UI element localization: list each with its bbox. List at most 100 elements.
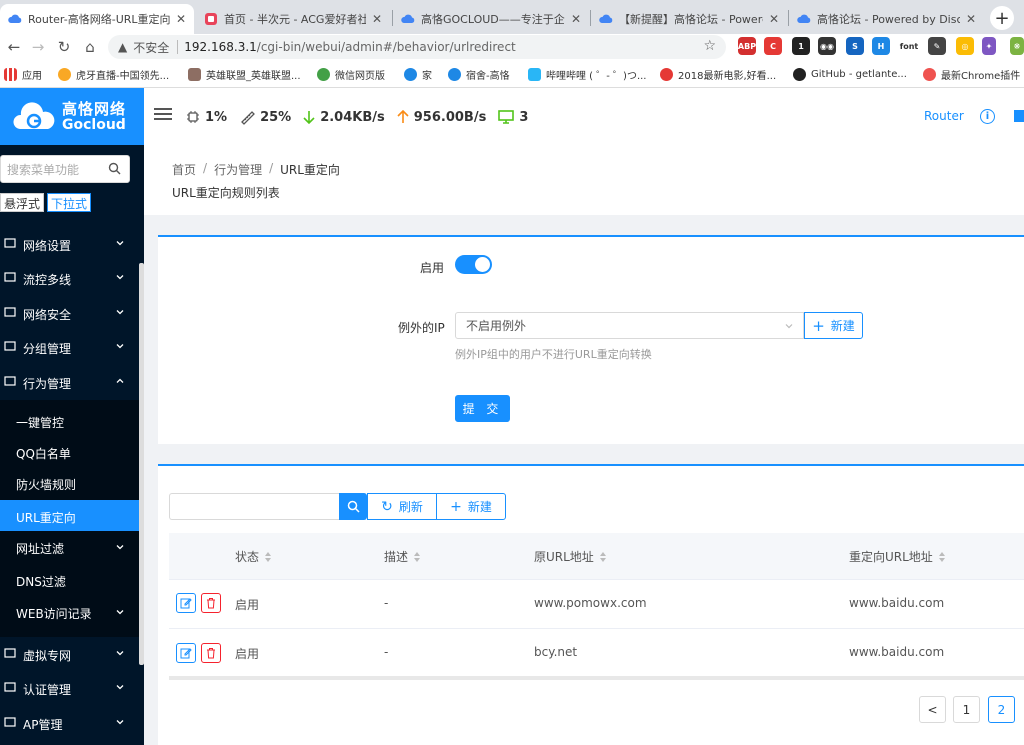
- bookmark-chrome-plugins[interactable]: 最新Chrome插件: [923, 66, 1020, 82]
- chrome-plugin-icon: [923, 67, 936, 81]
- sidebar-subitem-0[interactable]: 一键管控: [0, 405, 139, 437]
- bookmark-huya[interactable]: 虎牙直播-中国领先...: [58, 66, 169, 82]
- edit-button[interactable]: [176, 643, 196, 663]
- chevron-down-icon: [116, 241, 124, 246]
- sidebar-item-3[interactable]: 分组管理: [0, 330, 139, 364]
- page-2-button[interactable]: 2: [988, 696, 1015, 723]
- column-status[interactable]: 状态: [235, 548, 272, 565]
- extension-h-icon[interactable]: H: [872, 37, 890, 55]
- bookmark-dorm[interactable]: 宿舍-高恪: [448, 66, 510, 82]
- chevron-down-icon: [116, 344, 124, 349]
- tab-forum[interactable]: 高恪论坛 - Powered by Discu ✕: [789, 4, 984, 34]
- sidebar-item-after-0[interactable]: 虚拟专网: [0, 637, 139, 671]
- sidebar-item-2[interactable]: 网络安全: [0, 296, 139, 330]
- home-icon[interactable]: ⌂: [80, 37, 100, 57]
- tab-router-urlredirect[interactable]: Router-高恪网络-URL重定向 ✕: [0, 4, 194, 34]
- upload-stat: 956.00B/s: [397, 110, 486, 125]
- bookmark-bilibili[interactable]: 哔哩哔哩 ( ゜- ゜)つ...: [528, 66, 646, 82]
- devices-stat: 3: [498, 110, 528, 125]
- abp-icon[interactable]: ABP: [738, 37, 756, 55]
- status-bar: 1% 25% 2.04KB/s 956.00B/s 3: [186, 106, 540, 128]
- tab-gocloud[interactable]: 高恪GOCLOUD——专注于企业 ✕: [393, 4, 589, 34]
- column-source-url[interactable]: 原URL地址: [534, 548, 606, 565]
- info-icon[interactable]: i: [980, 109, 995, 124]
- extension-badge-icon[interactable]: 1: [792, 37, 810, 55]
- column-redirect-url[interactable]: 重定向URL地址: [849, 548, 945, 565]
- close-icon[interactable]: ✕: [372, 12, 382, 26]
- prev-page-button[interactable]: <: [919, 696, 946, 723]
- sort-icon[interactable]: [599, 551, 606, 562]
- tab-forum-reminder[interactable]: 【新提醒】高恪论坛 - Powere ✕: [591, 4, 787, 34]
- delete-button[interactable]: [201, 643, 221, 663]
- exception-ip-select[interactable]: 不启用例外: [455, 312, 804, 339]
- sort-icon[interactable]: [265, 551, 272, 562]
- sidebar-item-1[interactable]: 流控多线: [0, 261, 139, 295]
- tab-bcy[interactable]: 首页 - 半次元 - ACG爱好者社区 ✕: [196, 4, 390, 34]
- bookmark-lol[interactable]: 英雄联盟_英雄联盟...: [188, 66, 301, 82]
- mode-float-option[interactable]: 悬浮式: [0, 193, 45, 212]
- sidebar-subitem-3[interactable]: URL重定向: [0, 500, 139, 532]
- new-rule-button[interactable]: + 新建: [436, 493, 506, 520]
- refresh-button[interactable]: ↻ 刷新: [367, 493, 436, 520]
- bookmark-movies[interactable]: 2018最新电影,好看...: [660, 66, 776, 82]
- sidebar-item-after-1[interactable]: 认证管理: [0, 671, 139, 705]
- new-exception-button[interactable]: + 新建: [804, 312, 863, 339]
- close-icon[interactable]: ✕: [966, 12, 976, 26]
- sort-icon[interactable]: [938, 551, 945, 562]
- router-link[interactable]: Router: [924, 109, 964, 123]
- bookmark-apps[interactable]: 应用: [4, 66, 42, 82]
- page-1-button[interactable]: 1: [953, 696, 980, 723]
- chrome-icon[interactable]: ◎: [956, 37, 974, 55]
- close-icon[interactable]: ✕: [176, 12, 186, 26]
- bookmark-wechat[interactable]: 微信网页版: [317, 66, 385, 82]
- sidebar-item-after-2[interactable]: AP管理: [0, 706, 139, 740]
- url-bar[interactable]: ▲ 不安全 192.168.3.1 /cgi-bin/webui/admin#/…: [108, 35, 726, 59]
- new-tab-button[interactable]: +: [990, 6, 1014, 30]
- extension-font-icon[interactable]: font: [900, 37, 918, 55]
- submit-button[interactable]: 提 交: [455, 395, 510, 422]
- chevron-up-icon: [116, 378, 124, 383]
- extension-purple-icon[interactable]: ✦: [982, 37, 996, 55]
- exception-ip-label: 例外的IP: [398, 321, 445, 335]
- edit-button[interactable]: [176, 593, 196, 613]
- table-search-input[interactable]: [169, 493, 339, 520]
- sidebar-subitem-1[interactable]: QQ白名单: [0, 436, 139, 468]
- menu-search-input[interactable]: 搜索菜单功能: [0, 155, 130, 183]
- sidebar-subitem-4[interactable]: 网址过滤: [0, 531, 139, 563]
- forward-icon[interactable]: →: [28, 37, 48, 57]
- sidebar-scrollbar[interactable]: [139, 263, 144, 665]
- sidebar-subitem-6[interactable]: WEB访问记录: [0, 596, 139, 628]
- breadcrumb-current: URL重定向: [280, 163, 340, 177]
- header-extra-icon[interactable]: [1014, 110, 1024, 122]
- bookmark-star-icon[interactable]: ☆: [703, 38, 716, 54]
- breadcrumb-home[interactable]: 首页: [172, 161, 196, 178]
- extension-s-icon[interactable]: S: [846, 37, 864, 55]
- sidebar-subitem-5[interactable]: DNS过滤: [0, 564, 139, 596]
- reload-icon[interactable]: ↻: [54, 37, 74, 57]
- sidebar-subitem-2[interactable]: 防火墙规则: [0, 467, 139, 499]
- bcy-icon: [205, 13, 217, 25]
- redirect-url-cell: www.baidu.com: [849, 645, 945, 659]
- delete-button[interactable]: [201, 593, 221, 613]
- menu-toggle-icon[interactable]: [154, 108, 172, 122]
- memory-icon: [241, 111, 255, 125]
- sidebar-item-0[interactable]: 网络设置: [0, 227, 139, 261]
- extension-gesture-icon[interactable]: ✎: [928, 37, 946, 55]
- search-icon: [108, 162, 121, 175]
- sort-icon[interactable]: [414, 551, 421, 562]
- close-icon[interactable]: ✕: [769, 12, 779, 26]
- breadcrumb-behavior[interactable]: 行为管理: [214, 161, 262, 178]
- mode-dropdown-option[interactable]: 下拉式: [47, 193, 92, 212]
- extension-frog-icon[interactable]: ❋: [1010, 37, 1024, 55]
- table-search-button[interactable]: [339, 493, 367, 520]
- bookmark-github[interactable]: GitHub - getlante...: [793, 66, 907, 82]
- extension-red-icon[interactable]: C: [764, 37, 782, 55]
- column-description[interactable]: 描述: [384, 548, 421, 565]
- close-icon[interactable]: ✕: [571, 12, 581, 26]
- table-scrollbar[interactable]: [169, 676, 1024, 680]
- extension-mask-icon[interactable]: ◉◉: [818, 37, 836, 55]
- enable-switch[interactable]: [455, 255, 492, 274]
- bookmark-home[interactable]: 家: [404, 66, 432, 82]
- sidebar-item-4[interactable]: 行为管理: [0, 365, 139, 399]
- back-icon[interactable]: ←: [4, 37, 24, 57]
